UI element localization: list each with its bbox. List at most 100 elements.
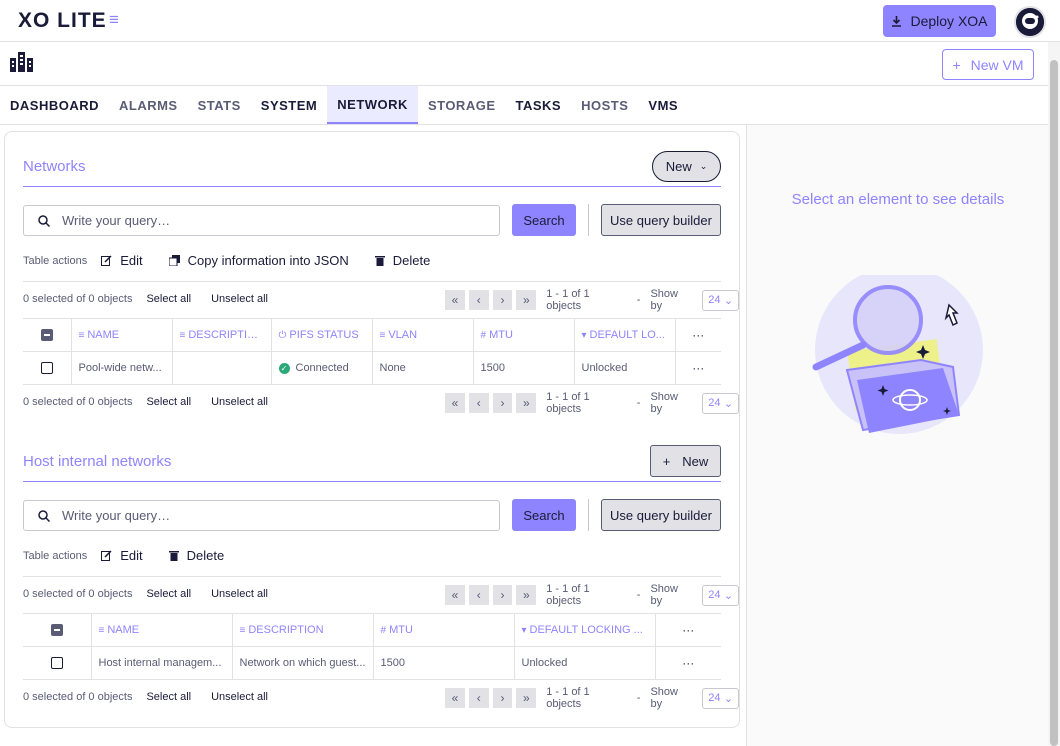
pagination-info: 1 - 1 of 1 objects [546,391,590,415]
networks-search-button[interactable]: Search [512,204,576,236]
user-avatar[interactable] [1014,6,1046,38]
cell-mtu: 1500 [472,351,575,385]
more-icon: ··· [692,328,705,342]
last-page-button[interactable]: » [516,585,537,605]
networks-delete-action[interactable]: Delete [374,253,431,268]
delete-label: Delete [392,253,431,268]
show-by-select[interactable]: 24 ⌄ [702,289,740,311]
first-page-button[interactable]: « [445,585,465,605]
cell-description [171,351,272,385]
column-description[interactable]: ≡ DESCRIPTION [231,613,374,647]
scrollbar-thumb[interactable] [1050,60,1058,746]
last-page-button[interactable]: » [516,393,537,413]
networks-query-builder-button[interactable]: Use query builder [601,204,721,236]
show-by-select[interactable]: 24 ⌄ [702,687,740,709]
tab-network[interactable]: NETWORK [327,86,418,124]
networks-search-input[interactable]: Write your query… [23,205,500,236]
next-page-button[interactable]: › [492,688,513,708]
deploy-xoa-button[interactable]: Deploy XOA [883,5,996,37]
host-networks-search-button[interactable]: Search [512,499,576,531]
host-networks-new-button[interactable]: + New [650,445,721,477]
new-vm-button[interactable]: + New VM [942,49,1034,80]
edit-label: Edit [120,548,143,563]
host-networks-table: ≡ NAME ≡ DESCRIPTION # MTU ▾ DEFAULT LOCKING… [23,613,721,680]
tab-tasks[interactable]: TASKS [506,86,572,124]
tab-alarms[interactable]: ALARMS [109,86,188,124]
host-networks-search-input[interactable]: Write your query… [23,500,500,531]
host-networks-delete-action[interactable]: Delete [168,548,225,563]
show-by-label: Show by [650,583,678,607]
networks-copy-json-action[interactable]: Copy information into JSON [168,253,349,268]
column-mtu[interactable]: # MTU [472,318,575,352]
column-more[interactable]: ··· [654,613,721,647]
select-all-checkbox[interactable] [23,613,92,647]
column-more[interactable]: ··· [674,318,721,352]
host-networks-pagination-top: « ‹ › » 1 - 1 of 1 objects - Show by 24 ⌄ [445,583,740,607]
table-row[interactable]: Pool-wide netw... ✓ Connected None 1500 U… [23,351,721,385]
previous-page-button[interactable]: ‹ [468,688,489,708]
first-page-button[interactable]: « [445,393,465,413]
column-name[interactable]: ≡ NAME [90,613,233,647]
host-networks-title: Host internal networks [23,453,172,470]
select-all-link[interactable]: Select all [146,588,191,600]
networks-pagination-top: « ‹ › » 1 - 1 of 1 objects - Show by 24 ⌄ [445,288,740,312]
download-icon [892,15,902,27]
tab-storage[interactable]: STORAGE [418,86,506,124]
select-all-checkbox[interactable] [23,318,72,352]
row-checkbox[interactable] [23,351,72,385]
row-more-button[interactable]: ··· [654,646,721,680]
first-page-button[interactable]: « [445,688,465,708]
column-pifs-status[interactable]: ⏻ PIFS STATUS [270,318,373,352]
unselect-all-link[interactable]: Unselect all [211,691,268,703]
column-default-locking[interactable]: ▾ DEFAULT LO... [573,318,676,352]
host-networks-query-builder-button[interactable]: Use query builder [601,499,721,531]
host-networks-edit-action[interactable]: Edit [101,548,143,563]
networks-edit-action[interactable]: Edit [101,253,143,268]
text-icon: ≡ [179,330,186,341]
page-scrollbar[interactable] [1048,42,1060,746]
next-page-button[interactable]: › [492,585,513,605]
select-all-link[interactable]: Select all [146,396,191,408]
tab-vms[interactable]: VMS [638,86,688,124]
show-by-select[interactable]: 24 ⌄ [702,584,740,606]
first-page-button[interactable]: « [445,290,465,310]
tab-stats[interactable]: STATS [188,86,251,124]
column-description[interactable]: ≡ DESCRIPTION [171,318,272,352]
column-vlan[interactable]: ≡ VLAN [371,318,474,352]
networks-new-button[interactable]: New ⌄ [652,151,721,182]
show-by-value: 24 [708,397,721,409]
app-logo[interactable]: XO LITE [18,9,107,33]
column-mtu[interactable]: # MTU [372,613,515,647]
show-by-select[interactable]: 24 ⌄ [702,392,740,414]
select-all-link[interactable]: Select all [146,293,191,305]
last-page-button[interactable]: » [516,688,537,708]
delete-label: Delete [186,548,225,563]
column-name[interactable]: ≡ NAME [70,318,173,352]
unselect-all-link[interactable]: Unselect all [211,396,268,408]
table-header-row: ≡ NAME ≡ DESCRIPTION ⏻ PIFS STATUS ≡ VLAN # M… [23,318,721,352]
previous-page-button[interactable]: ‹ [468,393,489,413]
previous-page-button[interactable]: ‹ [468,290,489,310]
unselect-all-link[interactable]: Unselect all [211,293,268,305]
row-checkbox[interactable] [23,646,92,680]
last-page-button[interactable]: » [516,290,537,310]
unselect-all-link[interactable]: Unselect all [211,588,268,600]
row-more-button[interactable]: ··· [674,351,721,385]
select-all-link[interactable]: Select all [146,691,191,703]
next-page-button[interactable]: › [492,290,513,310]
show-by-value: 24 [708,589,721,601]
previous-page-button[interactable]: ‹ [468,585,489,605]
table-row[interactable]: Host internal managem... Network on whic… [23,646,721,680]
chevron-down-icon: ⌄ [723,294,734,307]
column-default-locking[interactable]: ▾ DEFAULT LOCKING ... [513,613,656,647]
tab-hosts[interactable]: HOSTS [571,86,638,124]
networks-title-underline [23,186,721,187]
tab-dashboard[interactable]: DASHBOARD [0,86,109,124]
trash-icon [374,256,385,266]
separator: - [636,692,641,704]
hamburger-menu-icon[interactable]: ≡ [109,11,123,28]
tab-system[interactable]: SYSTEM [251,86,327,124]
host-networks-pagination-bottom: « ‹ › » 1 - 1 of 1 objects - Show by 24 ⌄ [445,686,740,710]
next-page-button[interactable]: › [492,393,513,413]
show-by-label: Show by [650,686,678,710]
